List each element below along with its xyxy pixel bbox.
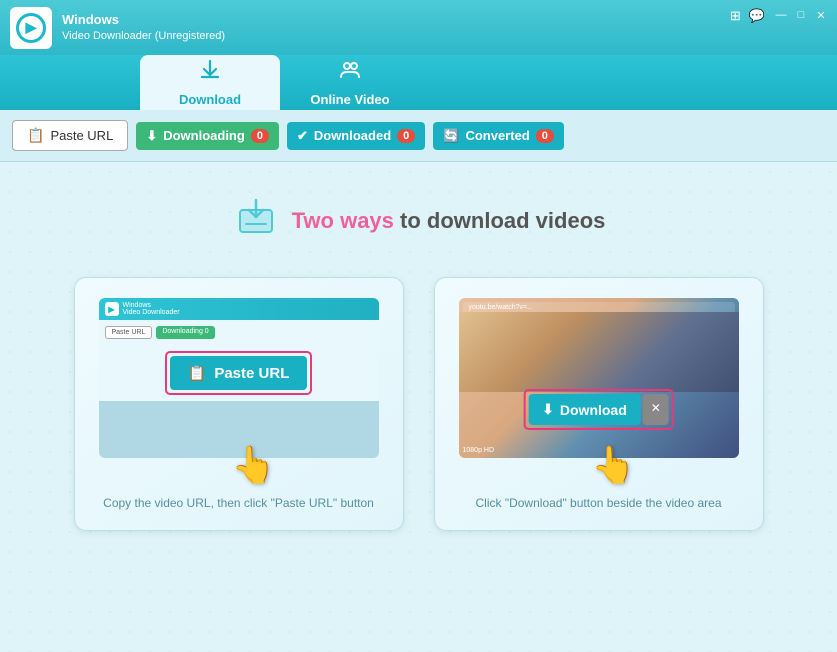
card-download-preview: youtu.be/watch?v=... 1080p HD ⬇ Download… <box>459 298 739 458</box>
paste-icon: 📋 <box>27 127 44 144</box>
cards-row: ▶ WindowsVideo Downloader Paste URL Down… <box>74 277 764 531</box>
download-highlight-border: ⬇ Download ✕ <box>523 389 674 430</box>
logo-icon: ▶ <box>16 13 46 43</box>
video-download-btn: ⬇ Download <box>528 394 641 425</box>
mockup-body: Paste URL Downloading 0 📋 Paste URL <box>99 320 379 401</box>
chat-icon: 💬 <box>749 8 765 24</box>
tab-bar: Download Online Video <box>0 55 837 110</box>
video-overlay-bar: ⬇ Download ✕ <box>523 389 674 430</box>
card-paste-caption: Copy the video URL, then click "Paste UR… <box>103 496 374 510</box>
downloading-icon: ⬇ <box>146 128 157 144</box>
close-button[interactable]: ✕ <box>813 8 829 22</box>
downloaded-icon: ✔ <box>297 128 308 144</box>
video-close-btn: ✕ <box>643 394 669 425</box>
window-controls: ⊞ 💬 — □ ✕ <box>730 8 829 24</box>
grid-icon: ⊞ <box>730 8 741 24</box>
app-logo: ▶ <box>10 7 52 49</box>
minimize-button[interactable]: — <box>773 8 789 22</box>
downloaded-button[interactable]: ✔ Downloaded 0 <box>287 122 425 150</box>
video-thumbnail <box>459 312 739 392</box>
card-download-caption: Click "Download" button beside the video… <box>476 496 722 510</box>
converted-button[interactable]: 🔄 Converted 0 <box>433 122 564 150</box>
paste-url-button[interactable]: 📋 Paste URL <box>12 120 128 151</box>
app-subtitle: Video Downloader (Unregistered) <box>62 29 225 43</box>
online-video-tab-icon <box>338 58 362 88</box>
app-title: Windows Video Downloader (Unregistered) <box>62 12 225 43</box>
mockup-logo: ▶ <box>105 302 119 316</box>
downloading-badge: 0 <box>251 129 269 143</box>
downloading-button[interactable]: ⬇ Downloading 0 <box>136 122 279 150</box>
video-mockup: youtu.be/watch?v=... 1080p HD ⬇ Download… <box>459 298 739 458</box>
downloaded-badge: 0 <box>397 129 415 143</box>
maximize-button[interactable]: □ <box>793 8 809 22</box>
header-section: Two ways to download videos <box>232 192 606 249</box>
mockup-toolbar-row: Paste URL Downloading 0 <box>105 326 373 339</box>
paste-highlight-border: 📋 Paste URL <box>165 351 313 395</box>
toolbar: 📋 Paste URL ⬇ Downloading 0 ✔ Downloaded… <box>0 110 837 162</box>
paste-url-card-btn: 📋 Paste URL <box>170 356 308 390</box>
card-download-btn: youtu.be/watch?v=... 1080p HD ⬇ Download… <box>434 277 764 531</box>
converted-badge: 0 <box>536 129 554 143</box>
mockup-titlebar: ▶ WindowsVideo Downloader <box>99 298 379 320</box>
paste-card-icon: 📋 <box>188 364 207 382</box>
tab-online-video-label: Online Video <box>310 92 389 107</box>
converted-icon: 🔄 <box>443 128 459 144</box>
header-icon <box>232 192 280 249</box>
video-resolution: 1080p HD <box>463 447 495 454</box>
download-tab-icon <box>198 58 222 88</box>
title-bar: ▶ Windows Video Downloader (Unregistered… <box>0 0 837 55</box>
header-text: Two ways to download videos <box>292 208 606 234</box>
tab-download[interactable]: Download <box>140 55 280 110</box>
cursor-hand-1: 👆 <box>231 444 276 486</box>
mockup-paste-small: Paste URL <box>105 326 153 339</box>
tab-download-label: Download <box>179 92 241 107</box>
tab-online-video[interactable]: Online Video <box>280 55 420 110</box>
main-content: Two ways to download videos ▶ WindowsVid… <box>0 162 837 652</box>
cursor-hand-2: 👆 <box>591 444 636 486</box>
card-paste-preview: ▶ WindowsVideo Downloader Paste URL Down… <box>99 298 379 458</box>
mockup-downloading-small: Downloading 0 <box>156 326 214 339</box>
card-paste-url: ▶ WindowsVideo Downloader Paste URL Down… <box>74 277 404 531</box>
download-arrow-icon: ⬇ <box>542 401 554 418</box>
